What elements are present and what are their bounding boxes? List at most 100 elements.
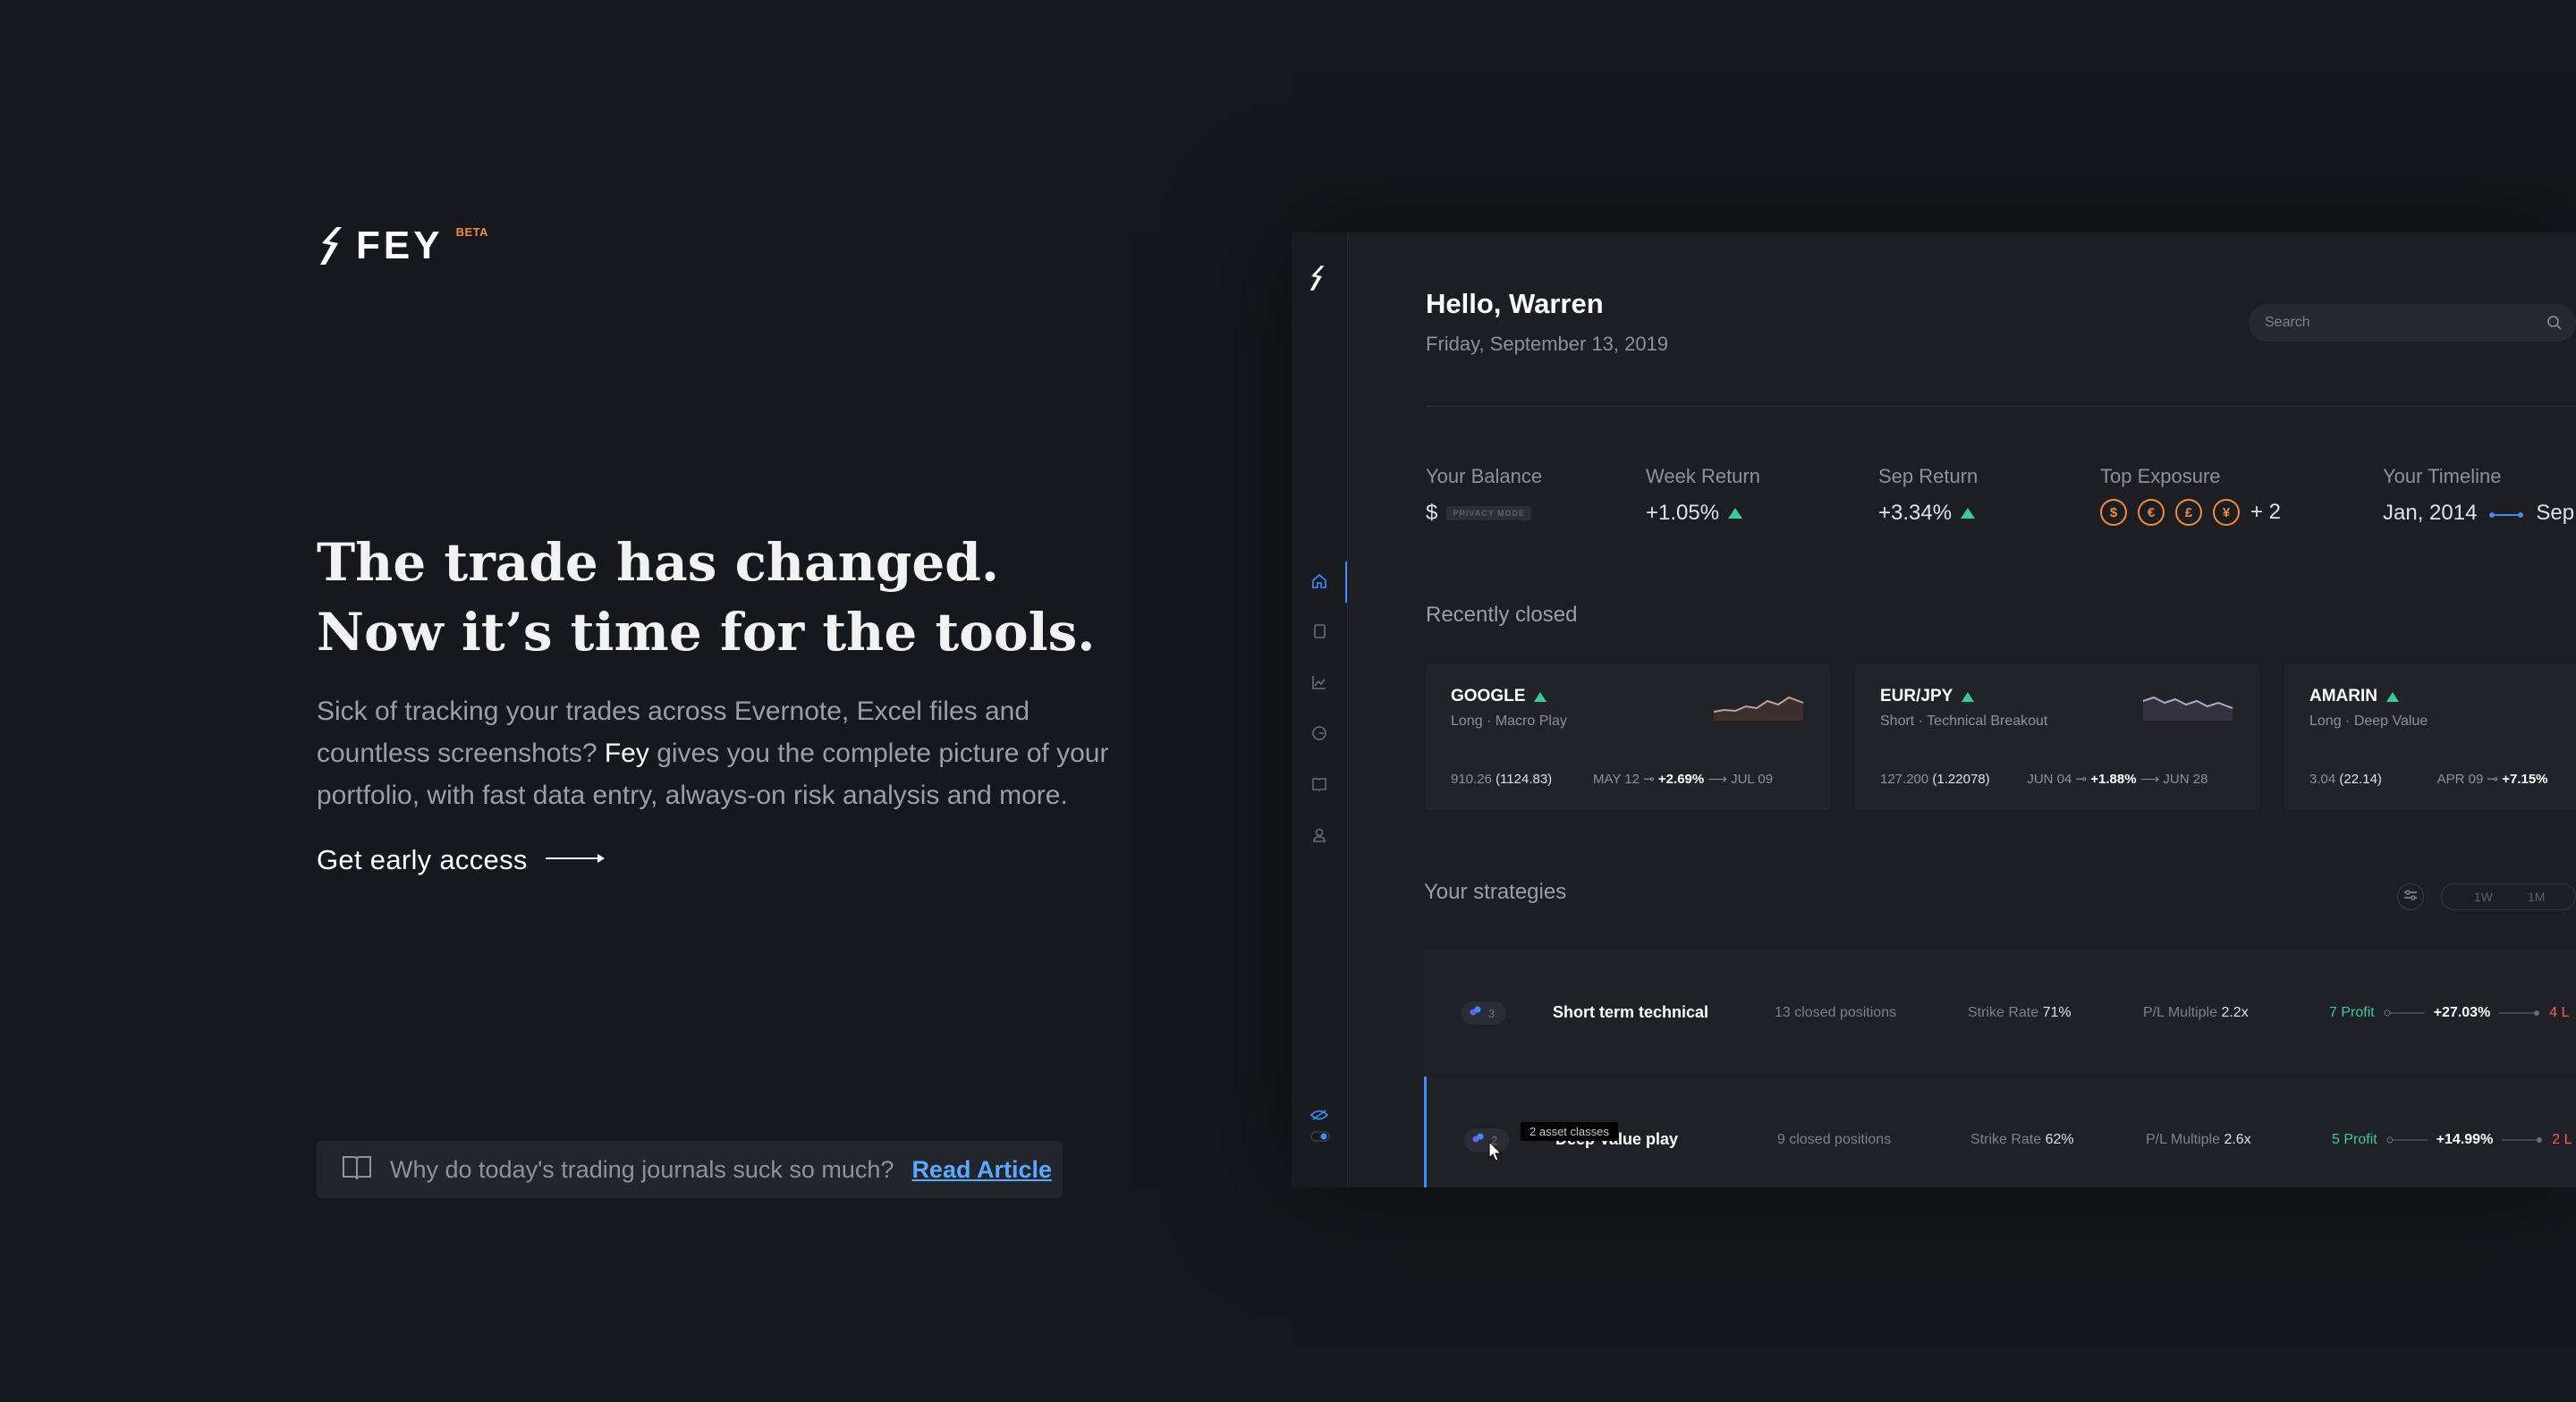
- currency-jpy-icon: ¥: [2213, 499, 2240, 526]
- privacy-eye-icon[interactable]: [1309, 1109, 1329, 1127]
- sidebar-active-indicator: [1345, 562, 1347, 603]
- week-return-value: +1.05%: [1646, 501, 1720, 525]
- home-icon[interactable]: [1310, 572, 1328, 590]
- get-early-access-link[interactable]: Get early access: [317, 844, 608, 876]
- balance-stat: Your Balance $ PRIVACY MODE: [1426, 465, 1542, 526]
- privacy-mode-badge: PRIVACY MODE: [1446, 506, 1532, 520]
- profit-count: 7 Profit: [2329, 1005, 2375, 1020]
- book-icon: [342, 1154, 372, 1186]
- card-open-date: JUN 04: [2027, 772, 2072, 787]
- card-price-close: (1124.83): [1496, 772, 1553, 787]
- pl-multiple-label: P/L Multiple: [2146, 1132, 2220, 1147]
- card-price: 127.200: [1880, 772, 1929, 787]
- loss-count: 2 L: [2552, 1132, 2572, 1147]
- balance-currency: $: [1426, 501, 1438, 525]
- strategy-row[interactable]: 3 Short term technical 13 closed positio…: [1424, 950, 2576, 1075]
- strike-rate-value: 71%: [2042, 1005, 2072, 1020]
- range-option-1w[interactable]: 1W: [2474, 890, 2493, 904]
- profit-summary: 5 Profit +14.99% 2 L: [2332, 1132, 2572, 1148]
- timeline-stat: Your Timeline Jan, 2014 Sep: [2383, 465, 2574, 526]
- headline-line-2: Now it’s time for the tools.: [317, 602, 1096, 663]
- card-close-date: JUN 28: [2163, 772, 2208, 787]
- timeline-start: Jan, 2014: [2383, 501, 2478, 525]
- strike-rate-label: Strike Rate: [1968, 1005, 2039, 1020]
- pl-multiple-label: P/L Multiple: [2143, 1005, 2217, 1020]
- sliders-icon: [2403, 889, 2418, 905]
- line-connector-icon: ⊸: [2075, 772, 2088, 787]
- greeting: Hello, Warren: [1426, 288, 1604, 319]
- range-toggle[interactable]: 1W 1M: [2441, 883, 2576, 910]
- search-placeholder: Search: [2265, 315, 2310, 330]
- connector-line-icon: [2499, 1009, 2540, 1017]
- beta-badge: BETA: [455, 224, 489, 239]
- brand-logo[interactable]: FEY BETA: [317, 224, 488, 268]
- up-arrow-icon: [1962, 691, 1975, 702]
- timeline-end: Sep: [2536, 501, 2575, 525]
- strike-rate: Strike Rate 71%: [1968, 1005, 2072, 1021]
- pl-multiple: P/L Multiple 2.6x: [2146, 1132, 2251, 1148]
- card-close-date: JUL 09: [1731, 772, 1774, 787]
- asset-classes-tooltip: 2 asset classes: [1521, 1122, 1618, 1141]
- closed-positions: 9 closed positions: [1777, 1132, 1892, 1147]
- hero-lead: Sick of tracking your trades across Ever…: [317, 690, 1122, 816]
- cta-label: Get early access: [317, 844, 528, 875]
- strategies-title: Your strategies: [1424, 880, 1567, 904]
- sep-return-stat: Sep Return +3.34%: [1878, 465, 1978, 526]
- card-ticker: AMARIN: [2309, 687, 2377, 705]
- journal-icon[interactable]: [1310, 622, 1328, 640]
- search-input[interactable]: Search: [2249, 304, 2576, 342]
- risk-gauge-icon[interactable]: [1310, 724, 1328, 742]
- sparkline-icon: [1712, 685, 1805, 725]
- asset-class-pill[interactable]: 3: [1462, 1001, 1506, 1025]
- article-question: Why do today's trading journals suck so …: [390, 1155, 894, 1183]
- connector-line-icon: [2386, 1136, 2428, 1144]
- connector-line-icon: [2384, 1009, 2425, 1017]
- timeline-connector-icon: [2489, 501, 2524, 526]
- card-return: +7.15%: [2502, 772, 2548, 787]
- top-exposure-stat: Top Exposure $ € £ ¥ + 2: [2100, 465, 2281, 526]
- line-connector-icon: ⊸: [2487, 772, 2499, 787]
- arrow-connector-icon: ⟶: [2140, 772, 2160, 787]
- profit-count: 5 Profit: [2332, 1132, 2377, 1147]
- closed-trade-card[interactable]: AMARIN Long · Deep Value 3.04 (22.14) AP…: [2284, 663, 2576, 810]
- connector-line-icon: [2502, 1136, 2543, 1144]
- card-return: +1.88%: [2090, 772, 2137, 787]
- sparkline-icon: [2141, 685, 2234, 725]
- card-price-close: (22.14): [2339, 772, 2382, 787]
- card-ticker: GOOGLE: [1451, 687, 1526, 705]
- mouse-cursor-icon: [1488, 1140, 1503, 1167]
- strike-rate-value: 62%: [2045, 1132, 2074, 1147]
- profile-icon[interactable]: [1310, 826, 1328, 844]
- pl-multiple-value: 2.6x: [2224, 1132, 2251, 1147]
- closed-trade-card[interactable]: GOOGLE Long · Macro Play 910.26 (1124.83…: [1426, 663, 1830, 810]
- timeline-label: Your Timeline: [2383, 465, 2502, 487]
- strike-rate: Strike Rate 62%: [1970, 1132, 2074, 1148]
- app-sidebar: [1292, 232, 1348, 1187]
- closed-trade-card[interactable]: EUR/JPY Short · Technical Breakout 127.2…: [1855, 663, 2259, 810]
- filter-button[interactable]: [2397, 883, 2424, 910]
- card-strategy: Long · Deep Value: [2309, 714, 2428, 729]
- fey-logo-icon: [1308, 265, 1326, 296]
- lead-brand-highlight: Fey: [604, 739, 649, 768]
- pl-multiple-value: 2.2x: [2221, 1005, 2249, 1020]
- privacy-toggle[interactable]: [1310, 1130, 1330, 1148]
- card-price-close: (1.22078): [1932, 772, 1990, 787]
- card-open-date: APR 09: [2436, 772, 2484, 787]
- search-icon[interactable]: [2546, 314, 2563, 336]
- brand-name: FEY: [356, 224, 444, 267]
- up-arrow-icon: [1728, 508, 1743, 519]
- profit-summary: 7 Profit +27.03% 4 L: [2329, 1005, 2570, 1021]
- sep-return-value: +3.34%: [1878, 501, 1953, 525]
- pl-multiple: P/L Multiple 2.2x: [2143, 1005, 2249, 1021]
- currency-eur-icon: €: [2138, 499, 2165, 526]
- range-option-1m[interactable]: 1M: [2528, 890, 2545, 904]
- week-return-stat: Week Return +1.05%: [1646, 465, 1760, 526]
- arrow-connector-icon: ⟶: [1707, 772, 1727, 787]
- balance-label: Your Balance: [1426, 465, 1543, 487]
- card-strategy: Short · Technical Breakout: [1880, 714, 2048, 729]
- chart-icon[interactable]: [1310, 673, 1328, 691]
- read-article-link[interactable]: Read Article: [911, 1156, 1052, 1184]
- book-icon[interactable]: [1310, 775, 1328, 793]
- card-ticker: EUR/JPY: [1880, 687, 1953, 705]
- card-price: 910.26: [1451, 772, 1492, 787]
